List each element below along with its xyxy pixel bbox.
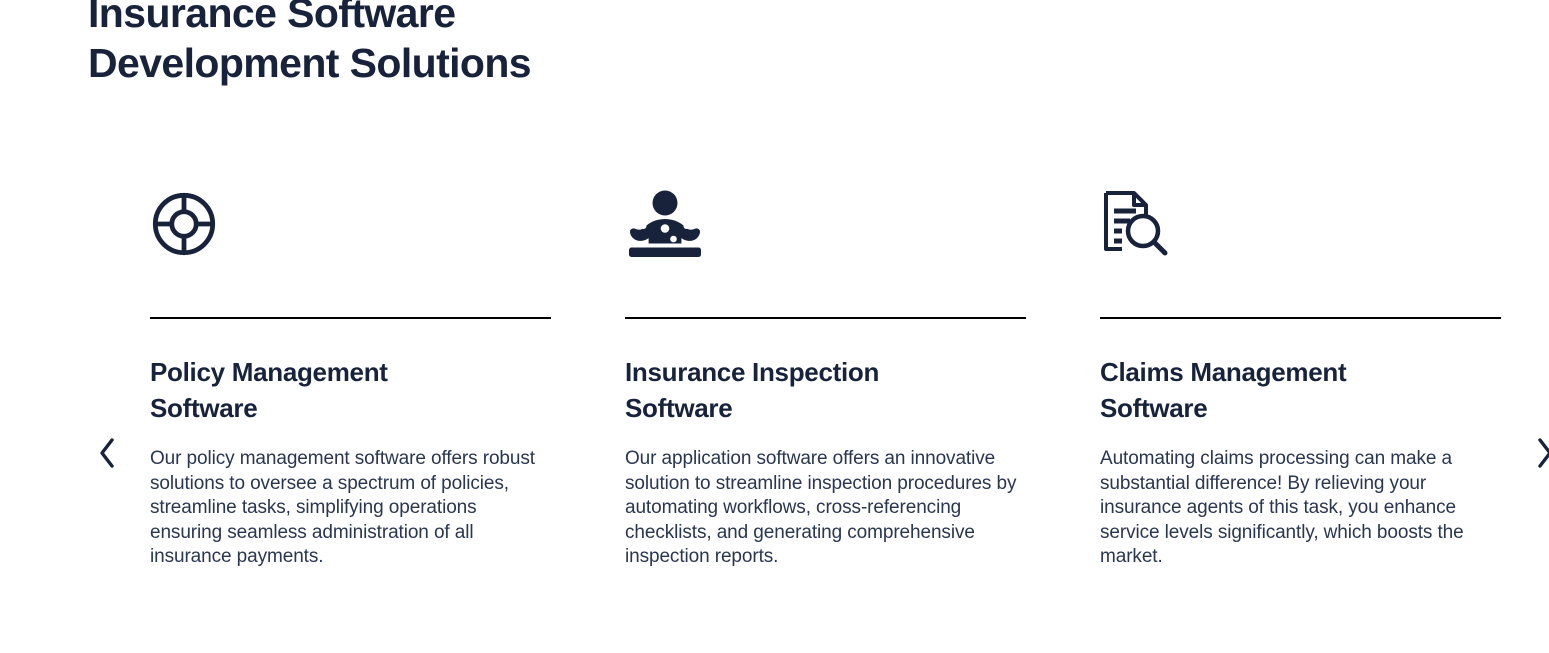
card-title: Policy Management Software — [150, 357, 388, 423]
card-title: Insurance Inspection Software — [625, 357, 880, 423]
carousel-prev-button[interactable] — [90, 436, 124, 470]
card-divider — [150, 317, 551, 319]
solution-card[interactable]: Insurance Inspection Software Our applic… — [625, 150, 1026, 570]
card-description: Our policy management software offers ro… — [150, 448, 535, 567]
chevron-left-icon — [97, 437, 117, 469]
card-divider — [625, 317, 1026, 319]
insurance-solutions-section: Insurance Software Development Solutions — [0, 0, 1549, 653]
solution-card[interactable]: Policy Management Software Our policy ma… — [150, 150, 551, 570]
solution-card[interactable]: Claims Management Software Automating cl… — [1100, 150, 1501, 570]
card-description: Automating claims processing can make a … — [1100, 448, 1464, 567]
carousel-next-button[interactable] — [1528, 436, 1549, 470]
card-divider — [1100, 317, 1501, 319]
chevron-right-icon — [1535, 437, 1549, 469]
page-title: Insurance Software Development Solutions — [88, 0, 532, 86]
lifebuoy-icon — [150, 150, 551, 270]
solutions-carousel: Policy Management Software Our policy ma… — [0, 150, 1549, 653]
card-title: Claims Management Software — [1100, 357, 1347, 423]
carousel-track: Policy Management Software Our policy ma… — [150, 150, 1549, 570]
inspector-person-icon — [625, 150, 1026, 270]
document-search-icon — [1100, 150, 1501, 270]
card-description: Our application software offers an innov… — [625, 448, 1017, 567]
